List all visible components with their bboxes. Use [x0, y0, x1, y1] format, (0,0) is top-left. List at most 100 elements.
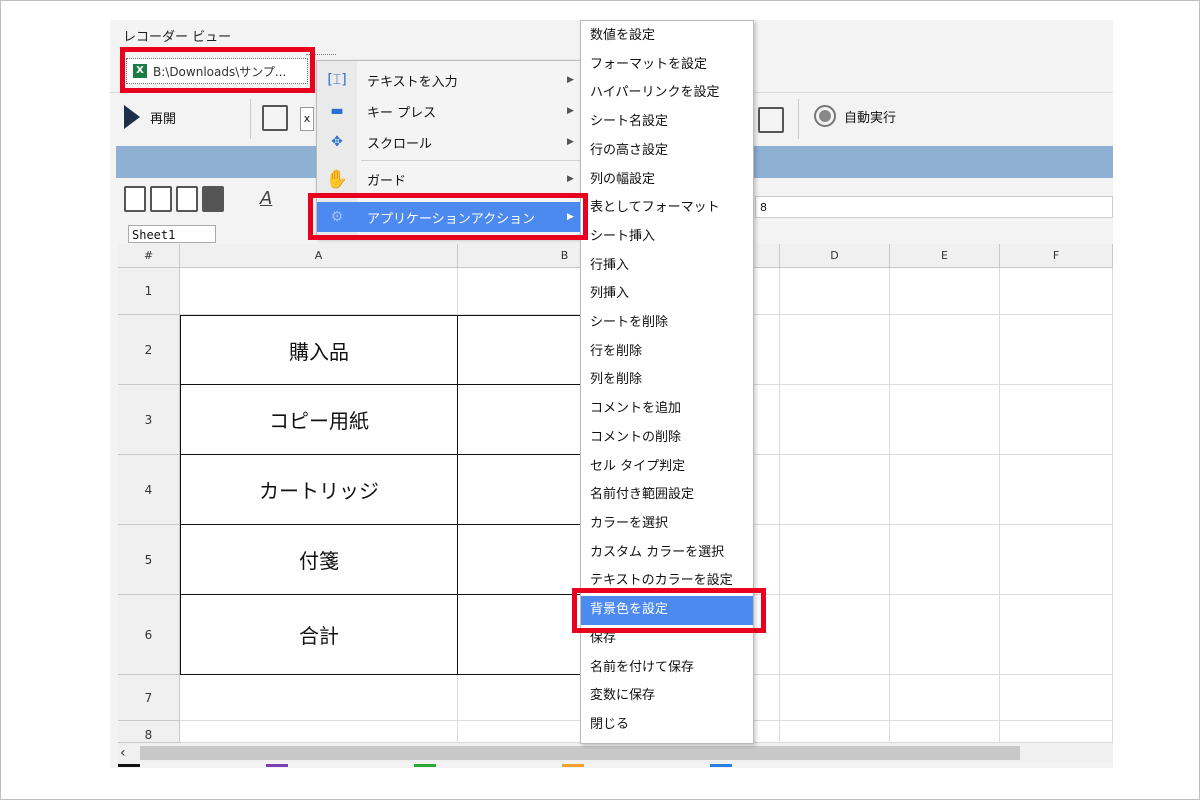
- cell-a3[interactable]: コピー用紙: [180, 385, 458, 455]
- column-header-d[interactable]: D: [780, 244, 890, 268]
- row-header-8[interactable]: 8: [118, 721, 180, 743]
- submenu-item-delete-comment[interactable]: コメントの削除: [581, 424, 753, 453]
- submenu-item-set-text-color[interactable]: テキストのカラーを設定: [581, 567, 753, 596]
- save-as-icon[interactable]: [150, 186, 172, 212]
- cell-f3[interactable]: [1000, 385, 1113, 455]
- submenu-item-delete-column[interactable]: 列を削除: [581, 366, 753, 395]
- cell-e1[interactable]: [890, 268, 1000, 315]
- keyboard-icon: ▬: [330, 103, 344, 119]
- submenu-item-save-as[interactable]: 名前を付けて保存: [581, 654, 753, 683]
- copy-icon[interactable]: [176, 186, 198, 212]
- submenu-item-select-color[interactable]: カラーを選択: [581, 510, 753, 539]
- color-marks: [118, 764, 1113, 768]
- text-input-icon: [⌶]: [327, 72, 347, 88]
- submenu-item-set-column-width[interactable]: 列の幅設定: [581, 166, 753, 195]
- row-header-4[interactable]: 4: [118, 455, 180, 525]
- formula-bar[interactable]: 8: [755, 196, 1113, 218]
- submenu-item-set-sheet-name[interactable]: シート名設定: [581, 108, 753, 137]
- cell-f6[interactable]: [1000, 595, 1113, 675]
- menu-item-application-action[interactable]: ⚙ アプリケーションアクション ▶: [317, 202, 583, 232]
- paste-icon[interactable]: [202, 186, 224, 212]
- spreadsheet-toolbar: [124, 186, 224, 212]
- cell-f2[interactable]: [1000, 315, 1113, 385]
- toolbar-separator: [250, 99, 251, 139]
- cell-f7[interactable]: [1000, 675, 1113, 721]
- submenu-item-insert-row[interactable]: 行挿入: [581, 252, 753, 281]
- file-tab[interactable]: X B:\Downloads\サンプ...: [126, 58, 308, 84]
- submenu-item-select-custom-color[interactable]: カスタム カラーを選択: [581, 539, 753, 568]
- cell-a6[interactable]: 合計: [180, 595, 458, 675]
- submenu-item-delete-row[interactable]: 行を削除: [581, 338, 753, 367]
- submenu-item-save-to-variable[interactable]: 変数に保存: [581, 682, 753, 711]
- submenu-item-set-background-color[interactable]: 背景色を設定: [581, 596, 753, 625]
- context-menu: [⌶] テキストを入力 ▶ ▬ キー プレス ▶ ✥ スクロール ▶ ✋ ガード…: [316, 60, 584, 238]
- resume-button[interactable]: 再開: [124, 105, 176, 129]
- cell-d5[interactable]: [780, 525, 890, 595]
- cell-a5[interactable]: 付箋: [180, 525, 458, 595]
- cell-d2[interactable]: [780, 315, 890, 385]
- submenu-item-set-number[interactable]: 数値を設定: [581, 22, 753, 51]
- cell-d3[interactable]: [780, 385, 890, 455]
- submenu-item-set-hyperlink[interactable]: ハイパーリンクを設定: [581, 79, 753, 108]
- cell-a7[interactable]: [180, 675, 458, 721]
- cell-e3[interactable]: [890, 385, 1000, 455]
- cell-e8[interactable]: [890, 721, 1000, 743]
- cell-a8[interactable]: [180, 721, 458, 743]
- submenu-item-cell-type[interactable]: セル タイプ判定: [581, 453, 753, 482]
- submenu-item-close[interactable]: 閉じる: [581, 711, 753, 740]
- row-header-7[interactable]: 7: [118, 675, 180, 721]
- scroll-left-icon[interactable]: ‹: [120, 745, 126, 761]
- sheet-tab[interactable]: Sheet1: [128, 225, 216, 243]
- small-toggle-box[interactable]: x: [300, 107, 314, 131]
- menu-item-scroll[interactable]: ✥ スクロール ▶: [317, 127, 583, 157]
- cell-d1[interactable]: [780, 268, 890, 315]
- row-header-5[interactable]: 5: [118, 525, 180, 595]
- menu-item-key-press[interactable]: ▬ キー プレス ▶: [317, 96, 583, 126]
- auto-run-button[interactable]: 自動実行: [814, 105, 896, 127]
- submenu-item-format-as-table[interactable]: 表としてフォーマット: [581, 194, 753, 223]
- cell-e2[interactable]: [890, 315, 1000, 385]
- column-header-e[interactable]: E: [890, 244, 1000, 268]
- cell-d7[interactable]: [780, 675, 890, 721]
- cell-e4[interactable]: [890, 455, 1000, 525]
- cell-f1[interactable]: [1000, 268, 1113, 315]
- auto-run-label: 自動実行: [844, 110, 897, 126]
- cell-f4[interactable]: [1000, 455, 1113, 525]
- horizontal-scrollbar[interactable]: ‹: [118, 743, 1113, 763]
- column-header-a[interactable]: A: [180, 244, 458, 268]
- cell-f5[interactable]: [1000, 525, 1113, 595]
- row-header-6[interactable]: 6: [118, 595, 180, 675]
- menu-item-label: キー プレス: [367, 105, 437, 121]
- column-header-f[interactable]: F: [1000, 244, 1113, 268]
- row-header-2[interactable]: 2: [118, 315, 180, 385]
- submenu-item-named-range[interactable]: 名前付き範囲設定: [581, 481, 753, 510]
- cell-e5[interactable]: [890, 525, 1000, 595]
- application-action-submenu: 数値を設定 フォーマットを設定 ハイパーリンクを設定 シート名設定 行の高さ設定…: [580, 20, 754, 744]
- cell-d6[interactable]: [780, 595, 890, 675]
- cell-e7[interactable]: [890, 675, 1000, 721]
- submenu-item-insert-column[interactable]: 列挿入: [581, 280, 753, 309]
- export-icon[interactable]: [758, 107, 784, 133]
- cell-d8[interactable]: [780, 721, 890, 743]
- submenu-item-insert-sheet[interactable]: シート挿入: [581, 223, 753, 252]
- cell-f8[interactable]: [1000, 721, 1113, 743]
- cell-d4[interactable]: [780, 455, 890, 525]
- submenu-item-save[interactable]: 保存: [581, 625, 753, 654]
- menu-item-guard[interactable]: ✋ ガード ▶: [317, 164, 583, 194]
- save-icon[interactable]: [124, 186, 146, 212]
- cell-a1[interactable]: [180, 268, 458, 315]
- row-header-3[interactable]: 3: [118, 385, 180, 455]
- scrollbar-thumb[interactable]: [140, 746, 1020, 760]
- row-header-1[interactable]: 1: [118, 268, 180, 315]
- capture-icon[interactable]: [262, 105, 288, 131]
- submenu-item-delete-sheet[interactable]: シートを削除: [581, 309, 753, 338]
- cell-e6[interactable]: [890, 595, 1000, 675]
- submenu-item-set-format[interactable]: フォーマットを設定: [581, 51, 753, 80]
- cell-a2[interactable]: 購入品: [180, 315, 458, 385]
- submenu-item-set-row-height[interactable]: 行の高さ設定: [581, 137, 753, 166]
- cell-a4[interactable]: カートリッジ: [180, 455, 458, 525]
- submenu-item-add-comment[interactable]: コメントを追加: [581, 395, 753, 424]
- menu-item-text-input[interactable]: [⌶] テキストを入力 ▶: [317, 65, 583, 95]
- font-color-icon[interactable]: A: [260, 188, 272, 209]
- play-icon: [124, 105, 140, 129]
